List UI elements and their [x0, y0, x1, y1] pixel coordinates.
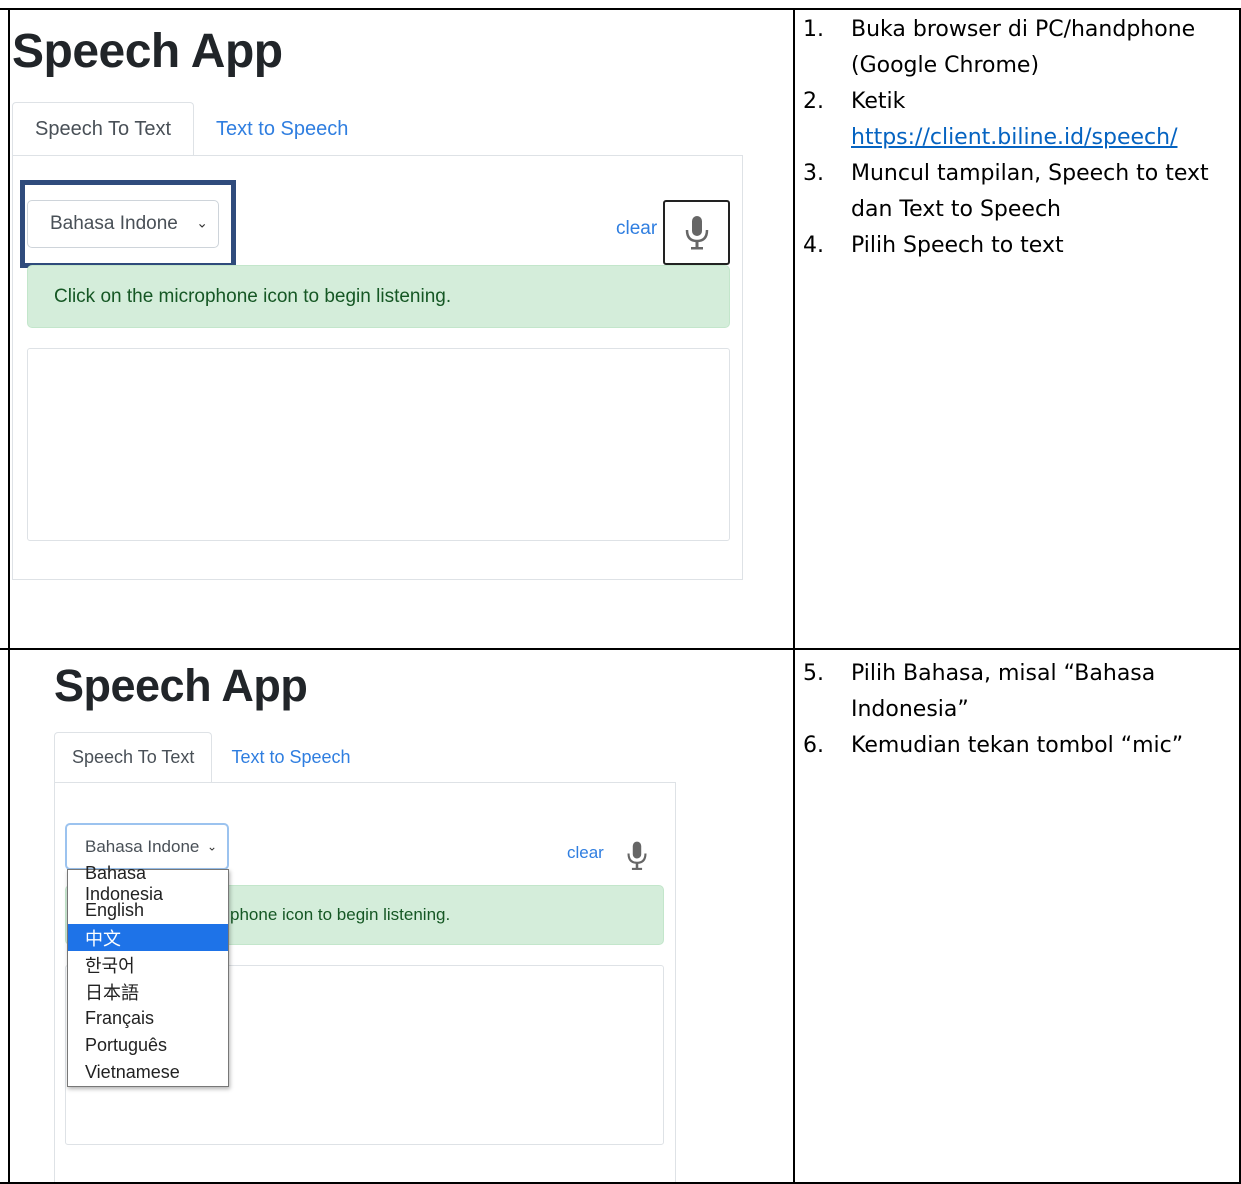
- instructions-top: 1. Buka browser di PC/handphone (Google …: [803, 12, 1233, 264]
- tab-bar: Speech To Text Text to Speech: [12, 102, 370, 156]
- tab-text-to-speech[interactable]: Text to Speech: [194, 102, 370, 156]
- dropdown-option-korean[interactable]: 한국어: [68, 951, 228, 978]
- clear-link[interactable]: clear: [567, 843, 604, 863]
- clear-link[interactable]: clear: [616, 218, 657, 240]
- step-number: 2.: [803, 89, 824, 114]
- app-title: Speech App: [54, 660, 308, 711]
- instructions-bottom: 5. Pilih Bahasa, misal “Bahasa Indonesia…: [803, 656, 1233, 764]
- highlight-annotation-box: [20, 180, 236, 268]
- step-text: Muncul tampilan, Speech to text dan Text…: [851, 161, 1209, 222]
- step-item: 2. Ketik https://client.biline.id/speech…: [803, 84, 1233, 156]
- screenshot-speech-to-text: Speech App Speech To Text Text to Speech…: [10, 10, 793, 648]
- table-border-divider: [793, 8, 795, 1184]
- microphone-icon: [685, 215, 708, 249]
- step-number: 4.: [803, 233, 824, 258]
- microphone-button[interactable]: [663, 200, 730, 265]
- language-select-value: Bahasa Indone: [85, 836, 200, 856]
- dropdown-option-vietnamese[interactable]: Vietnamese: [68, 1059, 228, 1086]
- step-item: 3. Muncul tampilan, Speech to text dan T…: [803, 156, 1233, 228]
- step-text-label: Ketik: [851, 89, 906, 114]
- status-alert: Click on the microphone icon to begin li…: [27, 265, 730, 328]
- step-number: 3.: [803, 161, 824, 186]
- dropdown-option-french[interactable]: Français: [68, 1005, 228, 1032]
- tab-speech-to-text[interactable]: Speech To Text: [54, 732, 213, 783]
- speech-app-link[interactable]: https://client.biline.id/speech/: [851, 125, 1178, 150]
- step-text: Ketik https://client.biline.id/speech/: [851, 84, 1233, 156]
- tab-speech-to-text[interactable]: Speech To Text: [12, 102, 195, 156]
- screenshot-language-dropdown: Speech App Speech To Text Text to Speech…: [10, 650, 793, 1182]
- step-number: 6.: [803, 733, 824, 758]
- step-item: 1. Buka browser di PC/handphone (Google …: [803, 12, 1233, 84]
- microphone-button[interactable]: [622, 838, 652, 874]
- step-text: Pilih Bahasa, misal “Bahasa Indonesia”: [851, 661, 1156, 722]
- app-title: Speech App: [12, 25, 283, 78]
- dropdown-option-portuguese[interactable]: Português: [68, 1032, 228, 1059]
- microphone-icon: [627, 841, 647, 870]
- chevron-down-icon: ⌄: [206, 838, 217, 853]
- instruction-table: Speech App Speech To Text Text to Speech…: [0, 0, 1241, 1184]
- transcript-textarea[interactable]: [27, 348, 730, 541]
- dropdown-option-chinese[interactable]: 中文: [68, 924, 228, 951]
- tab-text-to-speech[interactable]: Text to Speech: [212, 732, 369, 783]
- step-number: 1.: [803, 17, 824, 42]
- step-item: 5. Pilih Bahasa, misal “Bahasa Indonesia…: [803, 656, 1233, 728]
- step-text: Pilih Speech to text: [851, 233, 1064, 258]
- tab-bar: Speech To Text Text to Speech: [54, 732, 370, 783]
- step-item: 6. Kemudian tekan tombol “mic”: [803, 728, 1233, 764]
- step-text: Kemudian tekan tombol “mic”: [851, 733, 1184, 758]
- language-dropdown-list: Bahasa Indonesia English 中文 한국어 日本語 Fran…: [67, 863, 229, 1087]
- step-item: 4. Pilih Speech to text: [803, 228, 1233, 264]
- dropdown-option-japanese[interactable]: 日本語: [68, 978, 228, 1005]
- step-number: 5.: [803, 661, 824, 686]
- step-text: Buka browser di PC/handphone (Google Chr…: [851, 17, 1196, 78]
- dropdown-option-bahasa-indonesia[interactable]: Bahasa Indonesia: [68, 863, 228, 904]
